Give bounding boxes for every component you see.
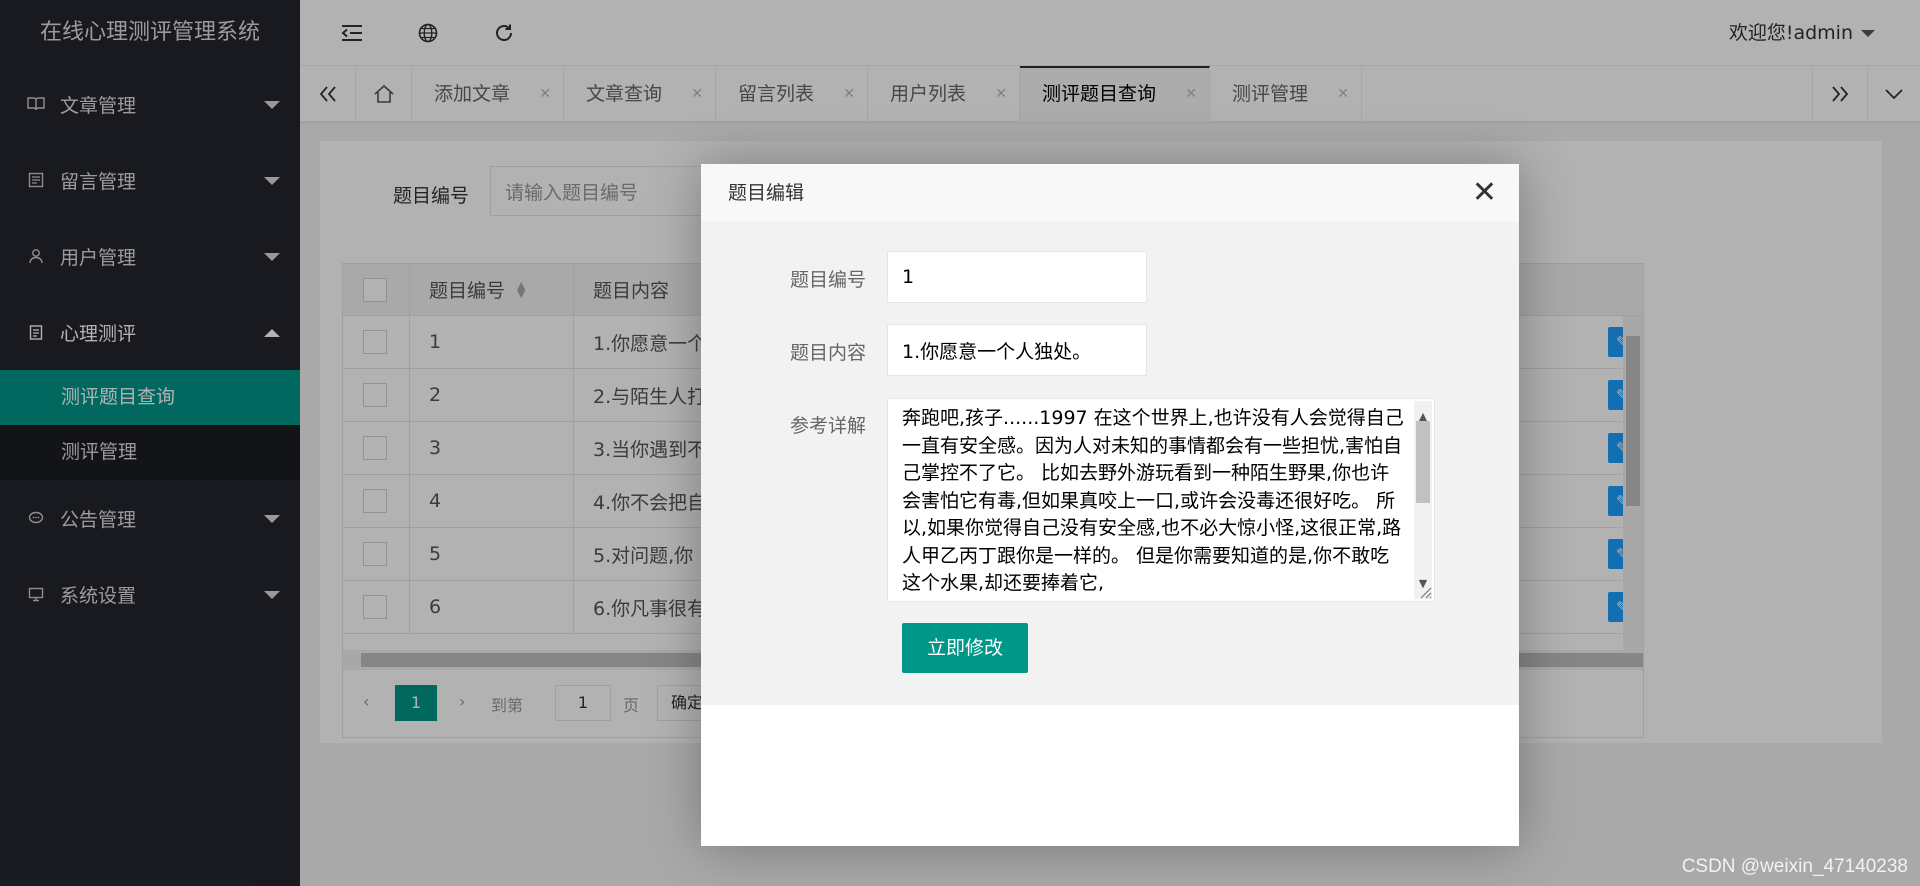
close-icon[interactable]: ✕ xyxy=(1472,176,1497,210)
resize-handle-icon[interactable] xyxy=(1418,585,1432,599)
submit-edit-button[interactable]: 立即修改 xyxy=(902,623,1028,673)
modal-title: 题目编辑 xyxy=(701,164,1519,223)
watermark: CSDN @weixin_47140238 xyxy=(1681,856,1908,877)
question-content-input[interactable]: 1.你愿意一个人独处。 xyxy=(887,324,1147,376)
reference-detail-label: 参考详解 xyxy=(789,415,866,437)
question-id-input[interactable]: 1 xyxy=(887,251,1147,303)
question-content-label: 题目内容 xyxy=(789,342,866,364)
textarea-scrollbar[interactable]: ▲ ▼ xyxy=(1414,401,1432,599)
question-id-label: 题目编号 xyxy=(789,269,866,291)
reference-detail-textarea[interactable]: 奔跑吧,孩子......1997 在这个世界上,也许没有人会觉得自己一直有安全感… xyxy=(887,398,1435,602)
reference-detail-text: 奔跑吧,孩子......1997 在这个世界上,也许没有人会觉得自己一直有安全感… xyxy=(902,407,1404,594)
edit-question-modal: 题目编辑 ✕ 题目编号 1 题目内容 1.你愿意一个人独处。 参考详解 奔跑吧,… xyxy=(701,164,1519,846)
modal-form: 题目编号 1 题目内容 1.你愿意一个人独处。 参考详解 奔跑吧,孩子.....… xyxy=(701,223,1519,705)
